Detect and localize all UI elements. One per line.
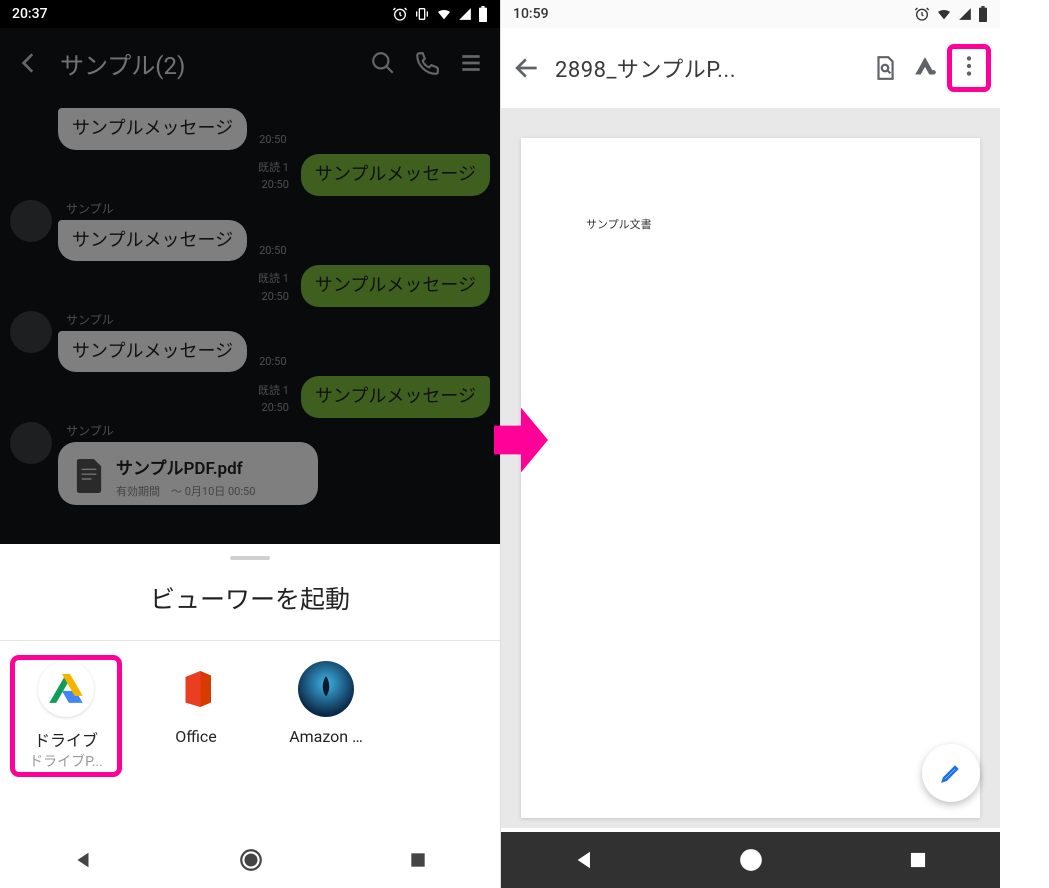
- message-read: 既読 1: [258, 272, 289, 285]
- file-bubble[interactable]: サンプルPDF.pdf 有効期間 〜 0月10日 00:50: [58, 442, 318, 505]
- wifi-icon: [936, 6, 952, 22]
- app-sublabel: ドライブP...: [16, 751, 116, 771]
- avatar: [10, 422, 52, 464]
- sender-name: サンプル: [66, 422, 318, 439]
- nav-recent-icon[interactable]: [908, 850, 928, 870]
- signal-icon: [458, 7, 472, 21]
- alarm-icon: [392, 6, 408, 22]
- sheet-handle[interactable]: [230, 556, 270, 560]
- pdf-viewer[interactable]: サンプル文書: [501, 108, 1000, 828]
- avatar: [10, 311, 52, 353]
- left-phone-screenshot: 20:37 サンプル(2): [0, 0, 500, 888]
- battery-icon: [478, 6, 488, 22]
- search-icon[interactable]: [370, 50, 396, 76]
- transition-arrow: [494, 400, 543, 484]
- chat-area: サンプル(2) サンプルメッセージ 20:50: [0, 28, 500, 544]
- message-read: 既読 1: [258, 384, 289, 397]
- message-time: 20:50: [258, 401, 289, 414]
- drive-icon: [38, 661, 94, 717]
- message-read: 既読 1: [258, 161, 289, 174]
- message-time: 20:50: [258, 290, 289, 303]
- arrow-right-icon: [494, 400, 548, 480]
- status-icons: [914, 6, 988, 22]
- edit-fab[interactable]: [922, 744, 980, 802]
- file-icon: [74, 459, 104, 493]
- back-icon[interactable]: [16, 50, 42, 76]
- avatar: [10, 200, 52, 242]
- message-time: 20:50: [259, 355, 286, 368]
- message-time: 20:50: [259, 244, 286, 257]
- call-icon[interactable]: [414, 50, 440, 76]
- nav-back-icon[interactable]: [72, 849, 94, 871]
- more-vert-icon[interactable]: [956, 53, 982, 79]
- nav-home-icon[interactable]: [738, 847, 764, 873]
- message-bubble: サンプルメッセージ: [301, 376, 490, 418]
- status-time: 20:37: [12, 6, 48, 22]
- message-time: 20:50: [259, 133, 286, 146]
- message-out[interactable]: 既読 1 20:50 サンプルメッセージ: [10, 376, 490, 418]
- app-label: ドライブ: [16, 727, 116, 751]
- app-list: ドライブ ドライブP... Office Amazon …: [0, 641, 500, 791]
- right-phone-screenshot: 10:59 2898_サンプルP... サンプル文書: [500, 0, 1000, 888]
- app-label: Office: [146, 727, 246, 746]
- alarm-icon: [914, 6, 930, 22]
- message-bubble: サンプルメッセージ: [58, 331, 247, 373]
- file-expiry: 有効期間 〜 0月10日 00:50: [116, 483, 302, 499]
- app-option-kindle[interactable]: Amazon …: [276, 661, 376, 771]
- nav-recent-icon[interactable]: [408, 850, 428, 870]
- message-in[interactable]: サンプルメッセージ 20:50: [10, 108, 490, 150]
- document-title: 2898_サンプルP...: [555, 52, 858, 84]
- back-icon[interactable]: [515, 55, 541, 81]
- app-option-drive[interactable]: ドライブ ドライブP...: [16, 661, 116, 771]
- chat-title: サンプル(2): [60, 46, 352, 81]
- status-time: 10:59: [513, 6, 549, 22]
- app-label: Amazon …: [276, 727, 376, 746]
- message-bubble: サンプルメッセージ: [58, 108, 247, 150]
- pdf-page[interactable]: サンプル文書: [521, 138, 980, 818]
- wifi-icon: [436, 6, 452, 22]
- message-bubble: サンプルメッセージ: [301, 154, 490, 196]
- status-bar: 20:37: [0, 0, 500, 28]
- document-text: サンプル文書: [586, 216, 652, 232]
- sender-name: サンプル: [66, 200, 293, 217]
- chat-header: サンプル(2): [0, 28, 500, 98]
- kindle-icon: [298, 661, 354, 717]
- sender-name: サンプル: [66, 311, 293, 328]
- system-nav-bar: [0, 832, 500, 888]
- more-button-highlight: [952, 49, 986, 87]
- message-bubble: サンプルメッセージ: [58, 220, 247, 262]
- file-message[interactable]: サンプル サンプルPDF.pdf 有効期間 〜 0月10日 00:50: [10, 422, 490, 505]
- message-out[interactable]: 既読 1 20:50 サンプルメッセージ: [10, 265, 490, 307]
- battery-icon: [978, 6, 988, 22]
- sheet-title: ビューワーを起動: [0, 570, 500, 640]
- status-icons: [392, 6, 488, 22]
- app-option-office[interactable]: Office: [146, 661, 246, 771]
- system-nav-bar: [501, 832, 1000, 888]
- drive-add-icon[interactable]: [912, 55, 938, 81]
- drive-header: 2898_サンプルP...: [501, 28, 1000, 108]
- nav-back-icon[interactable]: [573, 849, 595, 871]
- app-chooser-sheet: ビューワーを起動 ドライブ ドライブP... Office: [0, 544, 500, 832]
- file-name: サンプルPDF.pdf: [116, 454, 302, 479]
- find-in-page-icon[interactable]: [872, 55, 898, 81]
- pencil-icon: [939, 761, 963, 785]
- office-icon: [168, 661, 224, 717]
- nav-home-icon[interactable]: [238, 847, 264, 873]
- message-time: 20:50: [258, 178, 289, 191]
- message-out[interactable]: 既読 1 20:50 サンプルメッセージ: [10, 154, 490, 196]
- messages-list: サンプルメッセージ 20:50 既読 1 20:50 サンプルメッセー: [0, 98, 500, 505]
- vibrate-icon: [414, 6, 430, 22]
- signal-icon: [958, 7, 972, 21]
- message-in[interactable]: サンプル サンプルメッセージ 20:50: [10, 311, 490, 373]
- status-bar: 10:59: [501, 0, 1000, 28]
- message-in[interactable]: サンプル サンプルメッセージ 20:50: [10, 200, 490, 262]
- message-bubble: サンプルメッセージ: [301, 265, 490, 307]
- menu-icon[interactable]: [458, 50, 484, 76]
